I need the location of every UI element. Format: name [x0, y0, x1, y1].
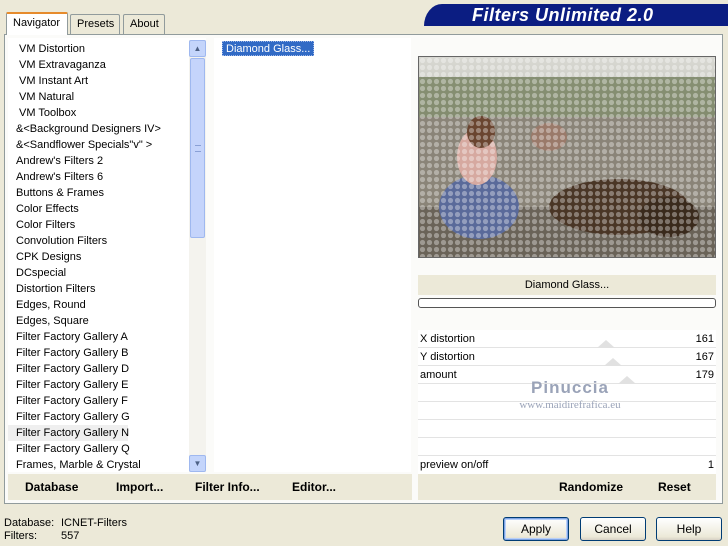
category-item[interactable]: Andrew's Filters 6 — [8, 169, 103, 185]
category-item[interactable]: Filter Factory Gallery Q — [8, 441, 130, 457]
param-label: X distortion — [420, 333, 476, 345]
category-list[interactable]: VM Distortion VM Extravaganza VM Instant A… — [8, 38, 206, 472]
category-item[interactable]: Filter Factory Gallery D — [8, 361, 129, 377]
database-value: ICNET-Filters — [61, 517, 127, 529]
category-scrollbar[interactable]: ▲ ▼ — [189, 40, 206, 472]
import-button[interactable]: Import... — [116, 480, 163, 494]
param-preview-toggle[interactable]: preview on/off 1 — [418, 456, 716, 474]
param-value: 1 — [707, 459, 714, 471]
tab-about[interactable]: About — [123, 14, 165, 34]
slider-marker-icon — [604, 358, 622, 366]
category-item[interactable]: Andrew's Filters 2 — [8, 153, 103, 169]
watermark-site: www.maidirefrafica.eu — [519, 399, 621, 411]
filter-item-selected[interactable]: Diamond Glass... — [222, 41, 315, 56]
scroll-thumb[interactable] — [190, 58, 205, 238]
param-empty — [418, 438, 716, 456]
preview-image — [418, 56, 716, 258]
apply-button[interactable]: Apply — [503, 517, 569, 541]
category-item[interactable]: Filter Factory Gallery G — [8, 409, 130, 425]
progress-bar — [418, 298, 716, 308]
category-item[interactable]: Edges, Square — [8, 313, 89, 329]
category-item[interactable]: VM Instant Art — [8, 73, 88, 89]
category-item[interactable]: &<Sandflower Specials"v" > — [8, 137, 152, 153]
param-x-distortion[interactable]: X distortion 161 — [418, 330, 716, 348]
filter-name-caption: Diamond Glass... — [418, 275, 716, 295]
category-item[interactable]: Filter Factory Gallery E — [8, 377, 128, 393]
category-item[interactable]: Color Effects — [8, 201, 79, 217]
param-label: Y distortion — [420, 351, 475, 363]
preview-photo — [419, 57, 715, 257]
param-value: 161 — [695, 333, 714, 345]
category-item[interactable]: &<Background Designers IV> — [8, 121, 161, 137]
database-button[interactable]: Database — [25, 480, 78, 494]
banner-title: Filters Unlimited 2.0 — [472, 5, 654, 25]
category-item[interactable]: Frames, Marble & Crystal — [8, 457, 141, 472]
param-y-distortion[interactable]: Y distortion 167 — [418, 348, 716, 366]
param-label: preview on/off — [420, 459, 489, 471]
category-item[interactable]: Filter Factory Gallery N — [8, 425, 129, 441]
editor-button[interactable]: Editor... — [292, 480, 336, 494]
category-item[interactable]: Filter Factory Gallery F — [8, 393, 128, 409]
category-item[interactable]: Filter Factory Gallery B — [8, 345, 128, 361]
category-item[interactable]: VM Natural — [8, 89, 74, 105]
category-item[interactable]: Convolution Filters — [8, 233, 107, 249]
list-toolbar: Database Import... Filter Info... Editor… — [8, 474, 412, 500]
category-item[interactable]: VM Toolbox — [8, 105, 76, 121]
category-item[interactable]: Color Filters — [8, 217, 75, 233]
scroll-down-button[interactable]: ▼ — [189, 455, 206, 472]
slider-marker-icon — [597, 340, 615, 348]
preview-toolbar: Randomize Reset — [418, 474, 716, 500]
category-item[interactable]: Filter Factory Gallery A — [8, 329, 128, 345]
cancel-button[interactable]: Cancel — [580, 517, 646, 541]
category-item[interactable]: DCspecial — [8, 265, 66, 281]
watermark-name: Pinuccia — [531, 378, 609, 397]
category-item[interactable]: VM Extravaganza — [8, 57, 106, 73]
reset-button[interactable]: Reset — [658, 480, 691, 494]
category-item[interactable]: CPK Designs — [8, 249, 81, 265]
watermark: Pinuccia www.maidirefrafica.eu — [420, 378, 720, 411]
scroll-grip-icon — [195, 145, 201, 152]
randomize-button[interactable]: Randomize — [559, 480, 623, 494]
filter-list[interactable]: Diamond Glass... — [214, 38, 411, 472]
category-item[interactable]: Buttons & Frames — [8, 185, 104, 201]
database-label: Database: — [4, 517, 55, 529]
tab-navigator[interactable]: Navigator — [6, 12, 68, 35]
param-empty — [418, 420, 716, 438]
tab-presets[interactable]: Presets — [70, 14, 120, 34]
help-button[interactable]: Help — [656, 517, 722, 541]
param-value: 167 — [695, 351, 714, 363]
filters-count: 557 — [61, 530, 80, 542]
filters-label: Filters: — [4, 530, 37, 542]
category-item[interactable]: Distortion Filters — [8, 281, 95, 297]
scroll-up-button[interactable]: ▲ — [189, 40, 206, 57]
category-item[interactable]: VM Distortion — [8, 41, 85, 57]
filter-info-button[interactable]: Filter Info... — [195, 480, 260, 494]
category-item[interactable]: Edges, Round — [8, 297, 86, 313]
